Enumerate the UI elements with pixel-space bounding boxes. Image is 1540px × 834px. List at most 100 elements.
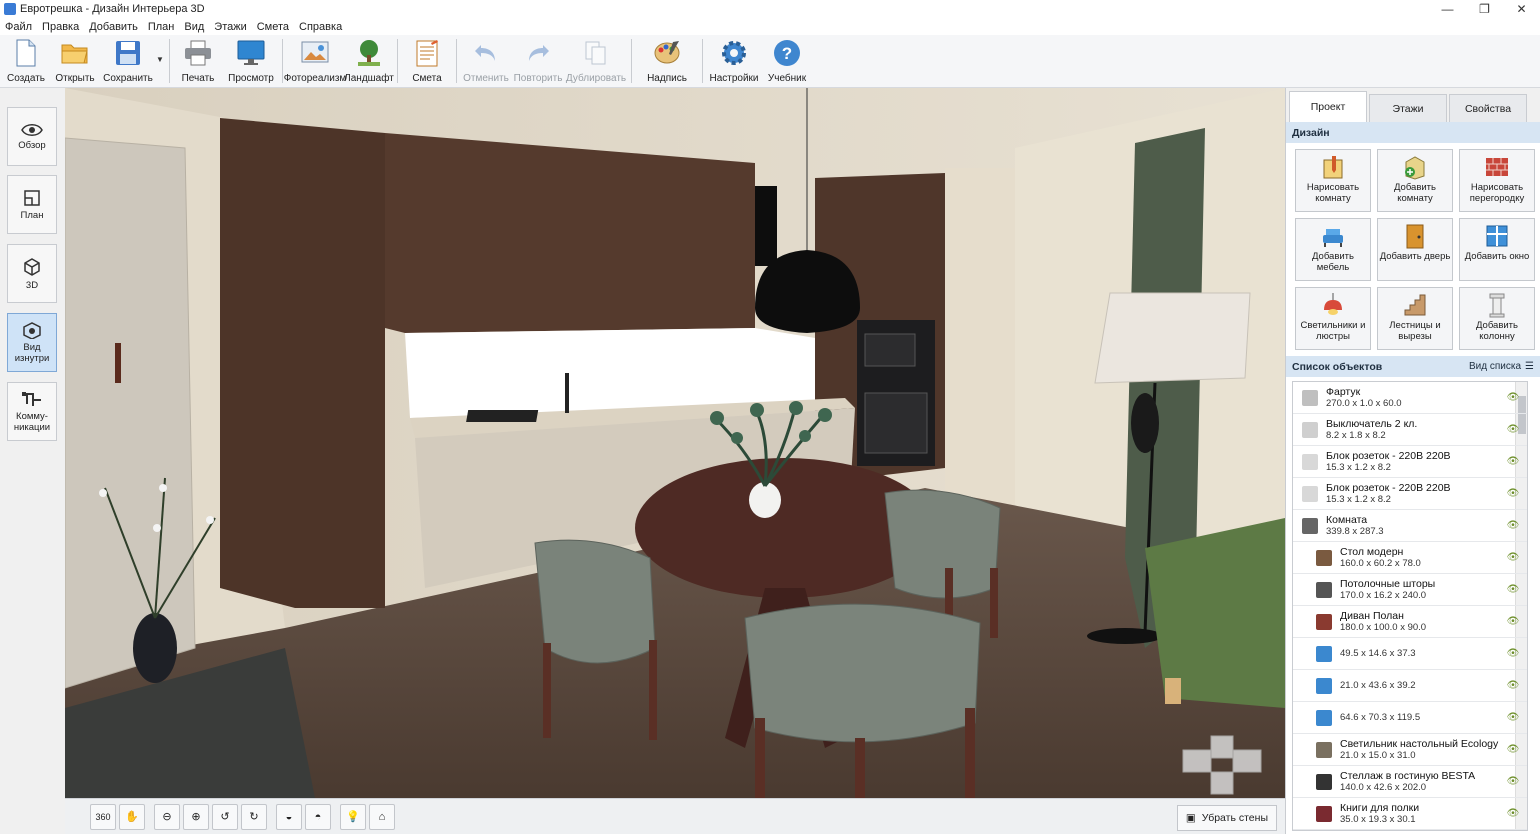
object-list-row[interactable]: Стеллаж в гостиную BESTA 140.0 x 42.6 x 2… xyxy=(1293,766,1527,798)
home-view-button[interactable]: ⌂ xyxy=(369,803,395,830)
menu-view[interactable]: Вид xyxy=(184,21,204,33)
add-furniture-button[interactable]: Добавить мебель xyxy=(1295,218,1371,281)
tab-project[interactable]: Проект xyxy=(1289,91,1367,122)
draw-room-button[interactable]: Нарисовать комнату xyxy=(1295,149,1371,212)
pan-button[interactable]: ✋ xyxy=(119,803,145,830)
visibility-eye-icon[interactable]: 👁 xyxy=(1505,776,1521,787)
object-list-row[interactable]: Книги для полки 35.0 x 19.3 x 30.1 👁 xyxy=(1293,798,1527,830)
visibility-eye-icon[interactable]: 👁 xyxy=(1505,680,1521,691)
save-dropdown-arrow[interactable]: ▼ xyxy=(156,35,166,64)
settings-button[interactable]: Настройки xyxy=(706,35,762,87)
object-list-row[interactable]: Диван Полан 180.0 x 100.0 x 90.0 👁 xyxy=(1293,606,1527,638)
open-button[interactable]: Открыть xyxy=(50,35,100,87)
tab-properties[interactable]: Свойства xyxy=(1449,94,1527,122)
help-icon: ? xyxy=(774,40,800,66)
undo-button[interactable]: Отменить xyxy=(460,35,512,87)
object-list-row[interactable]: Светильник настольный Ecology 21.0 x 15.0… xyxy=(1293,734,1527,766)
menu-help[interactable]: Справка xyxy=(299,21,342,33)
tilt-up-button[interactable]: ◓ xyxy=(305,803,331,830)
zoom-out-button[interactable]: ⊖ xyxy=(154,803,180,830)
visibility-eye-icon[interactable]: 👁 xyxy=(1505,584,1521,595)
add-room-button[interactable]: Добавить комнату xyxy=(1377,149,1453,212)
visibility-eye-icon[interactable]: 👁 xyxy=(1505,648,1521,659)
duplicate-icon xyxy=(585,41,606,65)
add-room-icon xyxy=(1405,156,1425,180)
home-icon: ⌂ xyxy=(378,810,386,823)
visibility-eye-icon[interactable]: 👁 xyxy=(1505,424,1521,435)
photoreal-button[interactable]: Фотореализм xyxy=(284,35,346,87)
object-thumbnail-icon xyxy=(1299,451,1321,473)
rotate-360-button[interactable]: 360 xyxy=(90,803,116,830)
lighting-button[interactable]: 💡 xyxy=(340,803,366,830)
visibility-eye-icon[interactable]: 👁 xyxy=(1505,552,1521,563)
nav-inside-view[interactable]: Вид изнутри xyxy=(7,313,57,372)
nav-communications[interactable]: Комму-никации xyxy=(7,382,57,441)
zoom-in-icon: ⊕ xyxy=(191,811,201,823)
estimate-button[interactable]: Смета xyxy=(401,35,453,87)
menu-floors[interactable]: Этажи xyxy=(214,21,246,33)
visibility-eye-icon[interactable]: 👁 xyxy=(1505,488,1521,499)
object-list-row[interactable]: Выключатель 2 кл. 8.2 x 1.8 x 8.2 👁 xyxy=(1293,414,1527,446)
visibility-eye-icon[interactable]: 👁 xyxy=(1505,808,1521,819)
add-column-button[interactable]: Добавить колонну xyxy=(1459,287,1535,350)
tilt-down-button[interactable]: ◒ xyxy=(276,803,302,830)
remove-walls-button[interactable]: ▣ Убрать стены xyxy=(1176,805,1277,831)
draw-partition-button[interactable]: Нарисовать перегородку xyxy=(1459,149,1535,212)
object-list-row[interactable]: Комната 339.8 x 287.3 👁 xyxy=(1293,510,1527,542)
menu-plan[interactable]: План xyxy=(148,21,175,33)
visibility-eye-icon[interactable]: 👁 xyxy=(1505,392,1521,403)
rotate-right-button[interactable]: ↻ xyxy=(241,803,267,830)
print-button[interactable]: Печать xyxy=(173,35,223,87)
toolbar-separator xyxy=(456,39,457,83)
object-list-row[interactable]: Потолочные шторы 170.0 x 16.2 x 240.0 👁 xyxy=(1293,574,1527,606)
visibility-eye-icon[interactable]: 👁 xyxy=(1505,616,1521,627)
menu-add[interactable]: Добавить xyxy=(89,21,138,33)
visibility-eye-icon[interactable]: 👁 xyxy=(1505,520,1521,531)
tutorial-button[interactable]: ? Учебник xyxy=(762,35,812,87)
add-window-button[interactable]: Добавить окно xyxy=(1459,218,1535,281)
cube-icon xyxy=(24,257,40,276)
nav-3d[interactable]: 3D xyxy=(7,244,57,303)
nav-overview[interactable]: Обзор xyxy=(7,107,57,166)
menu-estimate[interactable]: Смета xyxy=(257,21,289,33)
visibility-eye-icon[interactable]: 👁 xyxy=(1505,744,1521,755)
stairs-button[interactable]: Лестницы и вырезы xyxy=(1377,287,1453,350)
preview-button[interactable]: Просмотр xyxy=(223,35,279,87)
menu-edit[interactable]: Правка xyxy=(42,21,79,33)
create-button[interactable]: Создать xyxy=(2,35,50,87)
duplicate-button[interactable]: Дублировать xyxy=(564,35,628,87)
eye-icon xyxy=(21,123,43,136)
window-icon xyxy=(1486,225,1508,247)
list-view-toggle[interactable]: Вид списка ☰ xyxy=(1469,361,1534,372)
3d-viewport[interactable] xyxy=(65,88,1285,798)
right-panel: Проект Этажи Свойства Дизайн Нарисовать … xyxy=(1285,88,1540,834)
redo-button[interactable]: Повторить xyxy=(512,35,564,87)
rotate-left-button[interactable]: ↺ xyxy=(212,803,238,830)
zoom-in-button[interactable]: ⊕ xyxy=(183,803,209,830)
landscape-button[interactable]: Ландшафт xyxy=(344,35,394,87)
object-list-row[interactable]: 64.6 x 70.3 x 119.5 👁 xyxy=(1293,702,1527,734)
object-list-row[interactable]: 21.0 x 43.6 x 39.2 👁 xyxy=(1293,670,1527,702)
draw-room-icon xyxy=(1323,156,1343,179)
object-dimensions: 270.0 x 1.0 x 60.0 xyxy=(1326,397,1402,409)
objects-list[interactable]: Фартук 270.0 x 1.0 x 60.0 👁 Выключатель 2 к… xyxy=(1292,381,1528,831)
tab-floors[interactable]: Этажи xyxy=(1369,94,1447,122)
close-button[interactable]: ✕ xyxy=(1503,0,1540,18)
object-list-row[interactable]: 49.5 x 14.6 x 37.3 👁 xyxy=(1293,638,1527,670)
object-list-row[interactable]: Стол модерн 160.0 x 60.2 x 78.0 👁 xyxy=(1293,542,1527,574)
visibility-eye-icon[interactable]: 👁 xyxy=(1505,456,1521,467)
lights-button[interactable]: Светильники и люстры xyxy=(1295,287,1371,350)
add-door-button[interactable]: Добавить дверь xyxy=(1377,218,1453,281)
caption-button[interactable]: Надпись xyxy=(635,35,699,87)
design-section-header: Дизайн xyxy=(1286,122,1540,143)
visibility-eye-icon[interactable]: 👁 xyxy=(1505,712,1521,723)
object-list-row[interactable]: Блок розеток - 220В 220В 15.3 x 1.2 x 8.2… xyxy=(1293,478,1527,510)
object-list-row[interactable]: Фартук 270.0 x 1.0 x 60.0 👁 xyxy=(1293,382,1527,414)
nav-plan[interactable]: План xyxy=(7,175,57,234)
save-button[interactable]: Сохранить xyxy=(100,35,156,87)
maximize-button[interactable]: ❐ xyxy=(1466,0,1503,18)
menu-file[interactable]: Файл xyxy=(5,21,32,33)
object-list-row[interactable]: Блок розеток - 220В 220В 15.3 x 1.2 x 8.2… xyxy=(1293,446,1527,478)
minimize-button[interactable]: — xyxy=(1429,0,1466,18)
palette-icon xyxy=(654,41,680,64)
